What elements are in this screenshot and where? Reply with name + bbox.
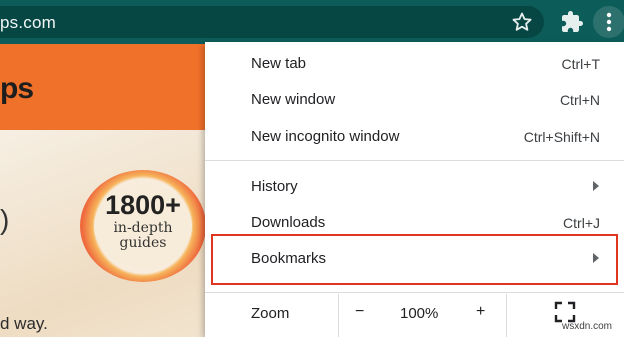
browser-menu: New tab Ctrl+T New window Ctrl+N New inc… (205, 42, 624, 337)
guides-count: 1800+ (105, 190, 181, 220)
fullscreen-icon[interactable] (554, 301, 576, 323)
hero-heading: ) (0, 204, 10, 235)
zoom-label: Zoom (251, 305, 290, 322)
menu-item-label: New tab (251, 55, 307, 72)
hero-tagline: d way. (0, 314, 48, 333)
zoom-divider (338, 294, 339, 337)
kebab-icon (606, 12, 612, 32)
menu-item-new-incognito-window[interactable]: New incognito window Ctrl+Shift+N (205, 118, 624, 154)
zoom-out-button[interactable]: − (355, 303, 364, 321)
bookmarks-highlight-box (211, 234, 618, 285)
menu-item-new-window[interactable]: New window Ctrl+N (205, 81, 624, 117)
puzzle-icon[interactable] (560, 10, 584, 34)
site-logo[interactable]: ps (0, 72, 34, 106)
menu-button[interactable] (593, 6, 624, 38)
menu-item-label: Downloads (251, 214, 326, 231)
menu-item-history[interactable]: History (205, 168, 624, 204)
submenu-arrow-icon (593, 181, 599, 191)
url-text[interactable]: ps.com (0, 13, 56, 33)
menu-item-shortcut: Ctrl+Shift+N (523, 129, 600, 145)
menu-item-new-tab[interactable]: New tab Ctrl+T (205, 45, 624, 81)
menu-divider (205, 160, 624, 161)
zoom-level: 100% (400, 305, 439, 322)
menu-item-shortcut: Ctrl+J (563, 215, 600, 231)
menu-item-label: New incognito window (251, 128, 400, 145)
guides-caption-line2: guides (119, 235, 167, 251)
zoom-in-button[interactable]: + (476, 303, 485, 321)
menu-divider (205, 292, 624, 293)
browser-toolbar: ps.com (0, 0, 624, 44)
star-icon[interactable] (510, 10, 534, 34)
zoom-divider (506, 294, 507, 337)
menu-item-label: History (251, 178, 298, 195)
menu-item-label: New window (251, 91, 336, 108)
address-bar[interactable] (0, 6, 544, 38)
watermark: wsxdn.com (562, 321, 613, 332)
menu-item-shortcut: Ctrl+N (559, 92, 600, 108)
guides-caption-line1: in-depth (113, 220, 173, 236)
menu-item-shortcut: Ctrl+T (561, 56, 601, 72)
guides-caption: in-depth guides (80, 221, 206, 251)
